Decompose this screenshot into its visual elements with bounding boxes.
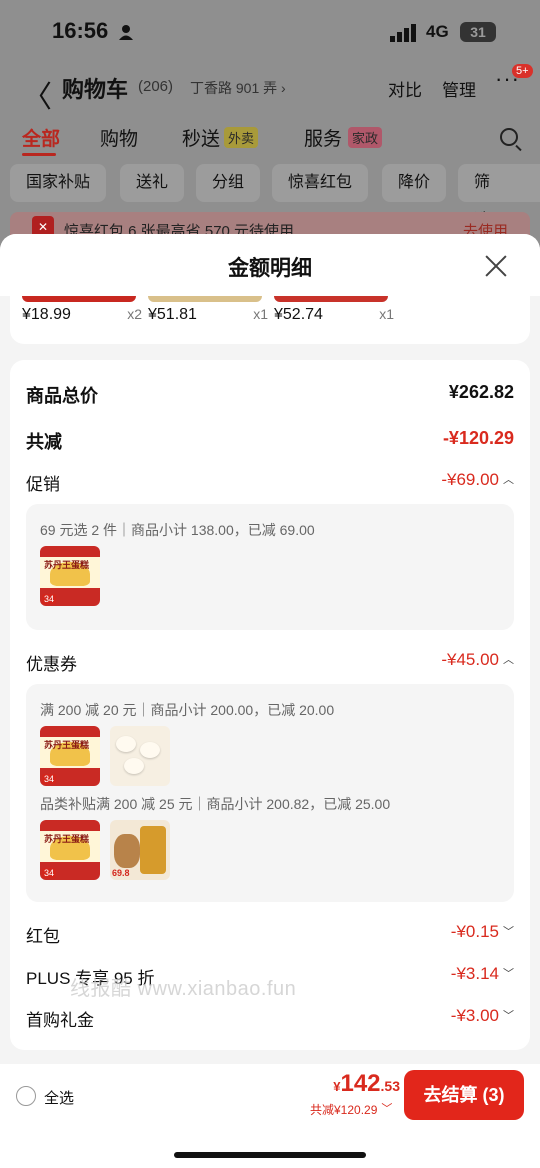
promo-row[interactable]: 促销 -¥69.00 ︿ [26, 470, 514, 496]
address-selector[interactable]: 丁香路 901 弄 › [190, 78, 286, 98]
category-tabs: 全部 购物 秒送 外卖 服务 家政 [0, 124, 540, 156]
service-tag: 家政 [348, 127, 383, 148]
promo-detail-text: 69 元选 2 件｜商品小计 138.00，已减 69.00 [40, 522, 315, 538]
compare-button[interactable]: 对比 [388, 76, 422, 101]
total-value: ¥262.82 [448, 382, 514, 402]
plus-value: -¥3.14 ﹀ [450, 964, 514, 983]
redpacket-label: 红包 [26, 927, 60, 946]
amount-detail-sheet: 金额明细 ¥18.99 x2 ¥51.81 x1 ¥52.74 x1 商品总价 … [0, 234, 540, 1064]
notification-badge: 5+ [512, 64, 533, 78]
reduce-label: 共减 [26, 432, 62, 452]
coupon-label: 优惠券 [26, 655, 77, 674]
chevron-down-icon: ﹀ [503, 926, 514, 938]
coupon-value: -¥45.00 ︿ [441, 650, 514, 669]
product-image [22, 296, 136, 302]
status-bar: 16:56 4G 31 [0, 14, 540, 50]
total-row: 商品总价 ¥262.82 [26, 382, 514, 408]
product-price: ¥51.81 [148, 306, 197, 323]
product-image [274, 296, 388, 302]
firstbuy-value: -¥3.00 ﹀ [450, 1006, 514, 1025]
product-item[interactable]: ¥18.99 x2 [22, 296, 142, 344]
product-item[interactable]: ¥52.74 x1 [274, 296, 394, 344]
total-price: ¥142.53 [333, 1070, 400, 1097]
chip-red-packet[interactable]: 惊喜红包 [272, 164, 369, 202]
promo-detail-box: 69 元选 2 件｜商品小计 138.00，已减 69.00 苏丹王蛋糕 34 [26, 504, 514, 630]
product-price: ¥52.74 [274, 306, 323, 323]
manage-button[interactable]: 管理 [442, 76, 476, 101]
flash-tag: 外卖 [224, 127, 259, 148]
coupon-detail-box: 满 200 减 20 元｜商品小计 200.00，已减 20.00 苏丹王蛋糕 … [26, 684, 514, 902]
chevron-down-icon: ﹀ [503, 1010, 514, 1022]
redpacket-value: -¥0.15 ﹀ [450, 922, 514, 941]
select-all-checkbox[interactable] [16, 1086, 36, 1106]
cake-thumbnail[interactable]: 苏丹王蛋糕 34 [40, 546, 100, 606]
watermark: 线报酷 www.xianbao.fun [70, 978, 297, 1000]
coupon-detail-text-2: 品类补贴满 200 减 25 元｜商品小计 200.82，已减 25.00 [40, 796, 391, 812]
tab-all[interactable]: 全部 [22, 124, 60, 151]
tab-underline [22, 153, 56, 156]
sheet-title: 金额明细 [228, 257, 312, 280]
cake-thumbnail[interactable]: 苏丹王蛋糕 34 [40, 726, 100, 786]
total-label: 商品总价 [26, 386, 98, 406]
background-page: 16:56 4G 31 〈 购物车 (206) 丁香路 901 弄 › 对比 管… [0, 0, 540, 260]
cart-count: (206) [138, 78, 174, 95]
chip-gift[interactable]: 送礼 [120, 164, 185, 202]
product-strip: ¥18.99 x2 ¥51.81 x1 ¥52.74 x1 [10, 296, 530, 344]
battery-icon: 31 [460, 22, 496, 42]
checkout-bar: 全选 ¥142.53 共减¥120.29 ﹀ 去结算 (3) [0, 1064, 540, 1168]
price-detail-card: 商品总价 ¥262.82 共减 -¥120.29 促销 -¥69.00 ︿ 69 … [10, 360, 530, 1050]
person-icon [119, 25, 133, 40]
search-icon[interactable] [500, 128, 518, 146]
product-price: ¥18.99 [22, 306, 71, 323]
home-indicator [174, 1152, 366, 1158]
redpacket-row[interactable]: 红包 -¥0.15 ﹀ [26, 922, 514, 948]
nav-bar: 〈 购物车 (206) 丁香路 901 弄 › 对比 管理 ··· 5+ [0, 64, 540, 114]
status-time: 16:56 [52, 18, 109, 43]
total-saving[interactable]: 共减¥120.29 ﹀ [310, 1100, 392, 1118]
product-item[interactable]: ¥51.81 x1 [148, 296, 268, 344]
close-icon[interactable] [484, 254, 508, 278]
bun-thumbnail[interactable] [110, 726, 170, 786]
reduce-value: -¥120.29 [442, 428, 514, 448]
chevron-down-icon: ﹀ [381, 1103, 393, 1115]
tab-shopping[interactable]: 购物 [100, 124, 138, 151]
firstbuy-row[interactable]: 首购礼金 -¥3.00 ﹀ [26, 1006, 514, 1032]
chevron-down-icon: ﹀ [503, 968, 514, 980]
nut-thumbnail[interactable]: 69.8 [110, 820, 170, 880]
cake-thumbnail[interactable]: 苏丹王蛋糕 34 [40, 820, 100, 880]
coupon-row[interactable]: 优惠券 -¥45.00 ︿ [26, 650, 514, 676]
firstbuy-label: 首购礼金 [26, 1011, 94, 1030]
promo-value: -¥69.00 ︿ [441, 470, 514, 489]
filter-chips: 国家补贴 送礼 分组 惊喜红包 降价 筛选 [0, 164, 540, 229]
sheet-header: 金额明细 [0, 234, 540, 296]
signal-icon [390, 24, 416, 42]
chip-group[interactable]: 分组 [196, 164, 261, 202]
select-all-label[interactable]: 全选 [44, 1087, 74, 1108]
coupon-detail-text-1: 满 200 减 20 元｜商品小计 200.00，已减 20.00 [40, 702, 335, 718]
chevron-up-icon: ︿ [503, 654, 514, 666]
chip-price-drop[interactable]: 降价 [382, 164, 447, 202]
tab-service[interactable]: 服务 [304, 124, 342, 151]
product-qty: x1 [379, 306, 394, 322]
chip-filter[interactable]: 筛选 [458, 164, 540, 229]
chevron-up-icon: ︿ [503, 474, 514, 486]
reduce-row: 共减 -¥120.29 [26, 428, 514, 454]
tab-flash[interactable]: 秒送 [182, 124, 220, 151]
page-title: 购物车 [62, 77, 129, 102]
promo-label: 促销 [26, 475, 60, 494]
network-type: 4G [426, 22, 449, 41]
product-qty: x1 [253, 306, 268, 322]
checkout-button[interactable]: 去结算 (3) [404, 1070, 524, 1120]
product-image [148, 296, 262, 302]
back-icon[interactable]: 〈 [22, 72, 52, 116]
chip-national-subsidy[interactable]: 国家补贴 [10, 164, 107, 202]
product-qty: x2 [127, 306, 142, 322]
